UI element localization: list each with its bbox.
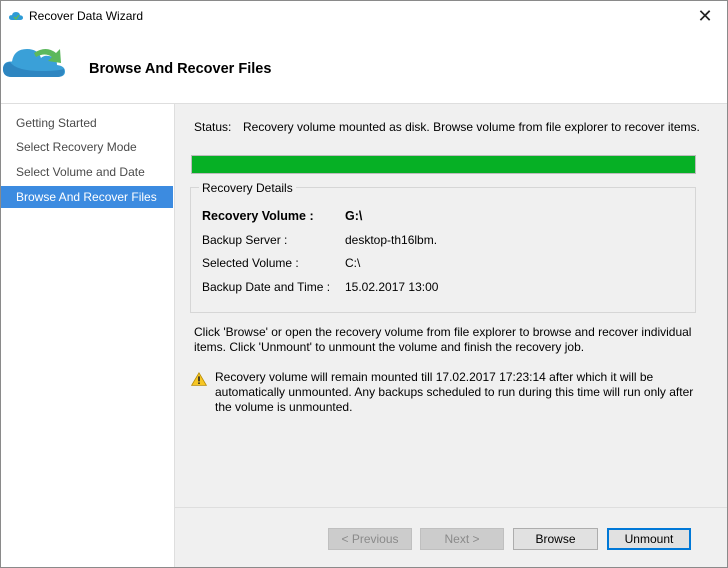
step-getting-started[interactable]: Getting Started (1, 112, 173, 134)
progress-fill (192, 156, 695, 173)
step-select-volume-and-date[interactable]: Select Volume and Date (1, 161, 173, 183)
selected-volume-value: C:\ (345, 256, 361, 270)
selected-volume-label: Selected Volume : (202, 256, 299, 270)
warning-text: Recovery volume will remain mounted till… (215, 370, 694, 414)
recovery-details-group: Recovery Details Recovery Volume : G:\ B… (190, 181, 696, 313)
wizard-window: Recover Data Wizard ✕ Browse And Recover… (0, 0, 728, 568)
cloud-recover-icon (2, 41, 68, 84)
previous-button[interactable]: < Previous (328, 528, 412, 550)
backup-server-value: desktop-th16lbm. (345, 233, 438, 247)
status-text: Recovery volume mounted as disk. Browse … (243, 120, 700, 134)
status-label: Status: (194, 120, 232, 134)
browse-button[interactable]: Browse (513, 528, 598, 550)
wizard-header: Browse And Recover Files (1, 31, 727, 104)
progress-bar (191, 155, 696, 174)
backup-date-time-label: Backup Date and Time : (202, 280, 331, 294)
title-bar: Recover Data Wizard ✕ (1, 1, 727, 31)
warning-icon (190, 372, 208, 389)
recovery-details-title: Recovery Details (199, 181, 296, 195)
content-panel: Status: Recovery volume mounted as disk.… (175, 104, 727, 507)
page-title: Browse And Recover Files (89, 61, 272, 77)
backup-date-time-value: 15.02.2017 13:00 (345, 280, 439, 294)
recovery-volume-label: Recovery Volume : (202, 209, 314, 223)
unmount-button[interactable]: Unmount (607, 528, 691, 550)
backup-server-label: Backup Server : (202, 233, 288, 247)
next-button[interactable]: Next > (420, 528, 504, 550)
wizard-steps: Getting Started Select Recovery Mode Sel… (1, 104, 175, 567)
window-title: Recover Data Wizard (29, 9, 144, 23)
close-icon[interactable]: ✕ (683, 1, 727, 31)
step-browse-and-recover-files[interactable]: Browse And Recover Files (1, 186, 173, 208)
step-select-recovery-mode[interactable]: Select Recovery Mode (1, 136, 173, 158)
cloud-app-icon (9, 10, 23, 24)
button-bar: < Previous Next > Browse Unmount (175, 507, 727, 567)
recovery-volume-value: G:\ (345, 209, 363, 223)
instructions-text: Click 'Browse' or open the recovery volu… (194, 325, 692, 354)
